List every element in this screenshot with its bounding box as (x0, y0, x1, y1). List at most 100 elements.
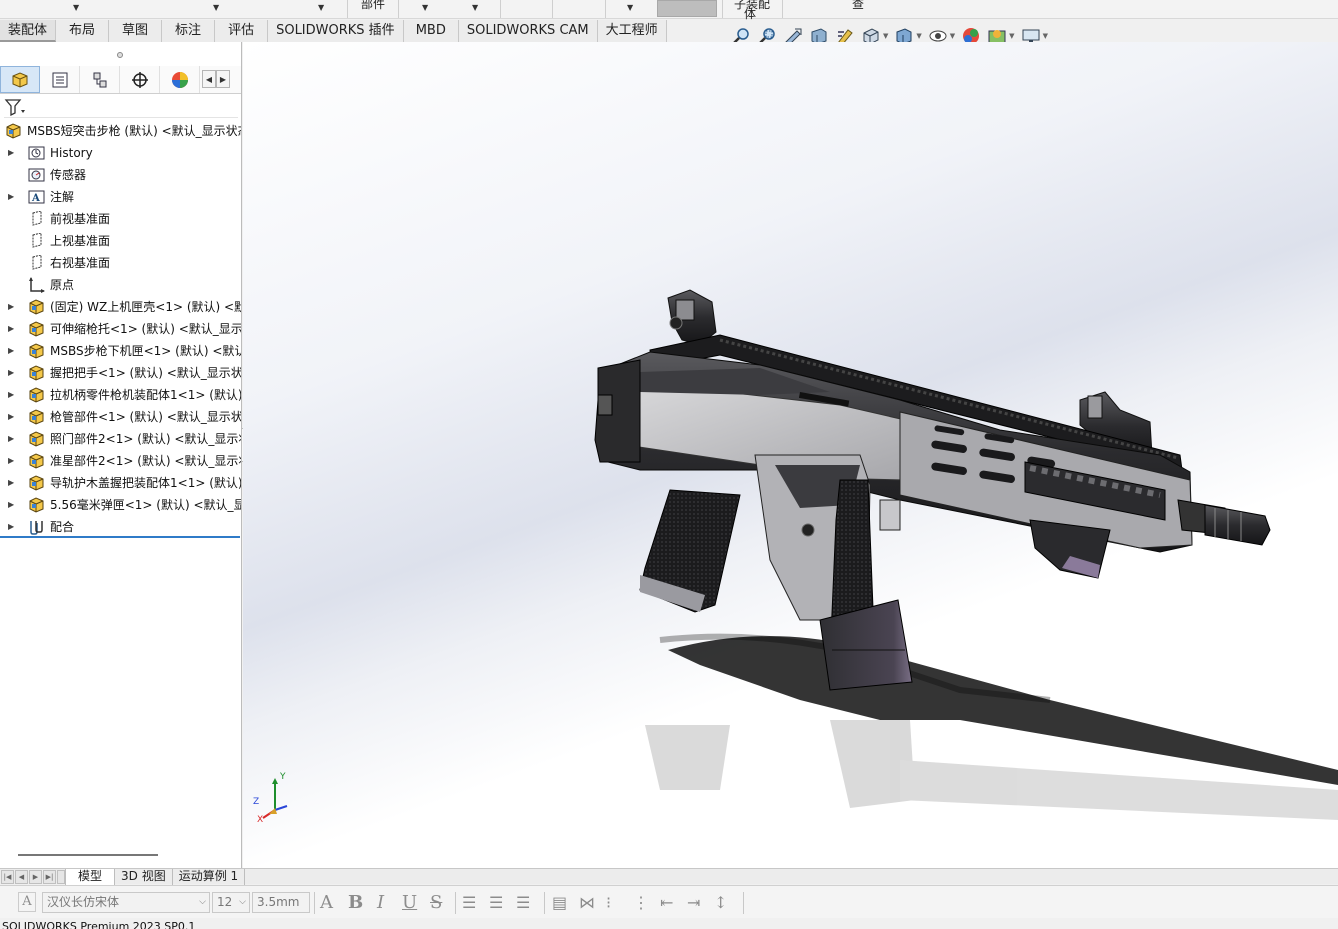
rollback-bar[interactable] (0, 536, 240, 538)
tree-item-label: History (50, 146, 93, 160)
rifle-assembly-model[interactable] (243, 42, 1338, 868)
expand-arrow-icon[interactable]: ▶ (8, 362, 14, 384)
tree-item-assembly[interactable]: ▶ 拉机柄零件枪机装配体1<1> (默认) <默认_显示状态-1> (0, 384, 241, 406)
expand-arrow-icon[interactable]: ▶ (8, 516, 14, 538)
tree-item-sensor[interactable]: 传感器 (0, 164, 241, 186)
tree-item-assembly[interactable]: ▶ 枪管部件<1> (默认) <默认_显示状态-1> (0, 406, 241, 428)
chevron-down-icon[interactable]: ▼ (213, 3, 219, 12)
tree-item-assembly[interactable]: ▶ MSBS步枪下机匣<1> (默认) <默认_显示状态-1> (0, 340, 241, 362)
tab-evaluate[interactable]: 评估 (215, 20, 269, 42)
chevron-down-icon[interactable]: ▼ (883, 32, 888, 40)
chevron-down-icon[interactable]: ▼ (1043, 32, 1048, 40)
tree-root-assembly[interactable]: MSBS短突击步枪 (默认) <默认_显示状态-1> (0, 120, 241, 142)
first-tab-icon[interactable]: |◀ (1, 870, 14, 884)
previous-tab-icon[interactable]: ◀ (15, 870, 28, 884)
chevron-down-icon[interactable]: ▼ (916, 32, 921, 40)
filter-icon[interactable] (4, 98, 26, 116)
chevron-down-icon[interactable]: ▼ (950, 32, 955, 40)
tab-layout[interactable]: 布局 (56, 20, 110, 42)
align-right-icon[interactable]: ☰ (516, 892, 530, 913)
next-tab-icon[interactable]: ▶ (29, 870, 42, 884)
tab-scroll-right-icon[interactable]: ▶ (216, 70, 230, 88)
chevron-down-icon[interactable]: ▼ (627, 3, 633, 12)
tree-item-plane[interactable]: 右视基准面 (0, 252, 241, 274)
display-manager-tab[interactable] (160, 66, 200, 93)
italic-icon[interactable]: I (377, 892, 384, 913)
tab-assembly[interactable]: 装配体 (0, 20, 57, 42)
bold-icon[interactable]: B (348, 892, 363, 913)
tree-item-mates[interactable]: ▶ 配合 (0, 516, 241, 538)
font-color-icon[interactable]: A (320, 892, 333, 913)
expand-arrow-icon[interactable]: ▶ (8, 384, 14, 406)
tree-item-plane[interactable]: 前视基准面 (0, 208, 241, 230)
tab-3d-views[interactable]: 3D 视图 (115, 869, 173, 885)
expand-arrow-icon[interactable]: ▶ (8, 494, 14, 516)
line-spacing-icon[interactable]: ↕ (714, 892, 727, 913)
underline-icon[interactable]: U (402, 892, 417, 913)
clear-format-icon[interactable]: ⋈ (579, 892, 595, 913)
expand-arrow-icon[interactable]: ▶ (8, 296, 14, 318)
tree-item-annotation[interactable]: ▶ A 注解 (0, 186, 241, 208)
text-height-input[interactable]: 3.5mm (252, 892, 310, 913)
tree-item-assembly[interactable]: ▶ 准星部件2<1> (默认) <默认_显示状态-1> (0, 450, 241, 472)
tab-sketch[interactable]: 草图 (109, 20, 163, 42)
property-manager-tab[interactable] (40, 66, 80, 93)
ribbon-label[interactable]: 体 (744, 5, 756, 22)
justify-icon[interactable]: ▤ (552, 892, 567, 913)
tree-item-assembly[interactable]: ▶ 照门部件2<1> (默认) <默认_显示状态-1> (0, 428, 241, 450)
chevron-down-icon[interactable]: ▼ (318, 3, 324, 12)
text-style-icon[interactable]: A (18, 892, 36, 912)
ribbon-label[interactable]: 查 (852, 0, 864, 12)
numbering-icon[interactable]: ⋮ (633, 892, 649, 913)
decrease-indent-icon[interactable]: ⇤ (660, 892, 673, 913)
expand-arrow-icon[interactable]: ▶ (8, 450, 14, 472)
chevron-down-icon[interactable]: ▼ (472, 3, 478, 12)
chevron-down-icon[interactable]: ⌵ (199, 893, 206, 912)
tab-mbd[interactable]: MBD (403, 20, 459, 42)
tree-item-assembly[interactable]: ▶ (固定) WZ上机匣壳<1> (默认) <默认_显示状态-1> (0, 296, 241, 318)
tab-solidworks-addins[interactable]: SOLIDWORKS 插件 (268, 20, 404, 42)
dimxpert-manager-tab[interactable] (120, 66, 160, 93)
font-size-select[interactable]: 12 ⌵ (212, 892, 250, 913)
bullets-icon[interactable]: ⁝ (606, 892, 611, 913)
tree-item-assembly[interactable]: ▶ 导轨护木盖握把装配体1<1> (默认) <默认_显示状态-1> (0, 472, 241, 494)
tree-item-origin[interactable]: 原点 (0, 274, 241, 296)
tree-item-assembly[interactable]: ▶ 5.56毫米弹匣<1> (默认) <默认_显示状态-1> (0, 494, 241, 516)
font-select[interactable]: 汉仪长仿宋体 ⌵ (42, 892, 210, 913)
expand-arrow-icon[interactable]: ▶ (8, 472, 14, 494)
reference-triad[interactable]: Y Z X (253, 770, 293, 826)
feature-manager-tab[interactable] (0, 66, 40, 93)
chevron-down-icon[interactable]: ▼ (1009, 32, 1014, 40)
graphics-viewport[interactable]: Y Z X (243, 42, 1338, 868)
align-left-icon[interactable]: ☰ (462, 892, 476, 913)
expand-arrow-icon[interactable]: ▶ (8, 428, 14, 450)
chevron-down-icon[interactable]: ▼ (422, 3, 428, 12)
ribbon-pressed-button[interactable] (657, 0, 717, 17)
expand-arrow-icon[interactable]: ▶ (8, 186, 14, 208)
tree-item-label: (固定) WZ上机匣壳<1> (默认) <默认_显示状态-1> (50, 300, 241, 314)
tab-markup[interactable]: 标注 (162, 20, 216, 42)
expand-arrow-icon[interactable]: ▶ (8, 406, 14, 428)
pane-horizontal-scrollbar[interactable] (18, 854, 158, 856)
increase-indent-icon[interactable]: ⇥ (687, 892, 700, 913)
chevron-down-icon[interactable]: ▼ (73, 3, 79, 12)
tab-solidworks-cam[interactable]: SOLIDWORKS CAM (458, 20, 598, 42)
chevron-down-icon[interactable]: ⌵ (239, 893, 246, 912)
strikethrough-icon[interactable]: S (430, 892, 442, 913)
tab-motion-study[interactable]: 运动算例 1 (173, 869, 246, 885)
expand-arrow-icon[interactable]: ▶ (8, 340, 14, 362)
last-tab-icon[interactable]: ▶| (43, 870, 56, 884)
tree-item-assembly[interactable]: ▶ 握把把手<1> (默认) <默认_显示状态-1> (0, 362, 241, 384)
tab-scroll-left-icon[interactable]: ◀ (202, 70, 216, 88)
expand-arrow-icon[interactable]: ▶ (8, 318, 14, 340)
tree-item-plane[interactable]: 上视基准面 (0, 230, 241, 252)
ribbon-label[interactable]: 部件 (361, 0, 385, 12)
pane-splitter-handle[interactable] (117, 52, 123, 58)
align-center-icon[interactable]: ☰ (489, 892, 503, 913)
tree-item-history[interactable]: ▶ History (0, 142, 241, 164)
tree-item-assembly[interactable]: ▶ 可伸缩枪托<1> (默认) <默认_显示状态-1> (0, 318, 241, 340)
expand-arrow-icon[interactable]: ▶ (8, 142, 14, 164)
configuration-manager-tab[interactable] (80, 66, 120, 93)
tab-big-engineer[interactable]: 大工程师 (597, 20, 667, 42)
tab-model[interactable]: 模型 (65, 869, 116, 885)
